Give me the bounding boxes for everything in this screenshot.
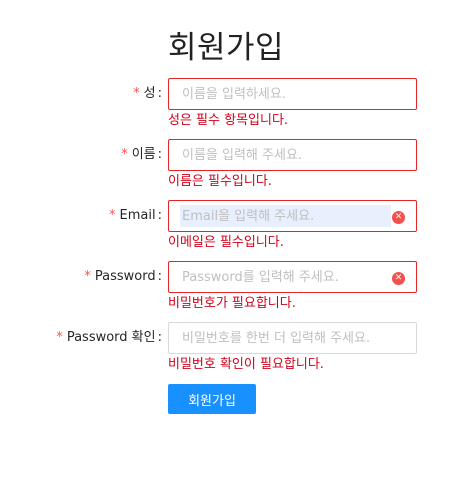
email-input[interactable] (180, 205, 391, 227)
required-mark: * (109, 208, 116, 223)
form-row-email: *Email: ✕ 이메일은 필수입니다. (0, 200, 468, 250)
last-name-error: 성은 필수 항목입니다. (168, 113, 289, 128)
last-name-input[interactable] (180, 83, 388, 105)
field-label-text: Password (94, 269, 156, 284)
first-name-input[interactable] (180, 144, 388, 166)
form-row-last-name: *성: 성은 필수 항목입니다. (0, 78, 468, 128)
field-label: * Password 확인: (56, 322, 162, 354)
label-colon: : (157, 330, 162, 345)
last-name-input-wrapper (168, 78, 417, 110)
form-row-first-name: *이름: 이름은 필수입니다. (0, 139, 468, 189)
field-label-text: 성 (143, 86, 156, 101)
page-title: 회원가입 (168, 30, 285, 66)
field-label: * 성: (133, 78, 162, 110)
password-input-wrapper: ✕ (168, 261, 417, 293)
field-label: * 이름: (121, 139, 162, 171)
password-confirm-input[interactable] (180, 327, 388, 349)
required-mark: * (56, 330, 63, 345)
first-name-error: 이름은 필수입니다. (168, 174, 272, 189)
field-label: * Email: (109, 200, 162, 232)
first-name-input-wrapper (168, 139, 417, 171)
password-confirm-error: 비밀번호 확인이 필요합니다. (168, 357, 324, 372)
form-row-password-confirm: * Password 확인: 비밀번호 확인이 필요합니다. (0, 322, 468, 372)
required-mark: * (133, 86, 140, 101)
field-label: * Password: (84, 261, 162, 293)
clear-circle-icon[interactable]: ✕ (392, 211, 405, 224)
label-colon: : (157, 147, 162, 162)
required-mark: * (84, 269, 91, 284)
form-row-password: * Password: ✕ 비밀번호가 필요합니다. (0, 261, 468, 311)
field-label-text: Email (119, 208, 156, 223)
password-confirm-input-wrapper (168, 322, 417, 354)
password-input[interactable] (180, 266, 388, 288)
signup-submit-button[interactable]: 회원가입 (168, 384, 256, 414)
label-colon: : (157, 269, 162, 284)
password-error: 비밀번호가 필요합니다. (168, 296, 296, 311)
label-colon: : (157, 86, 162, 101)
field-label-text: Password 확인 (66, 330, 156, 345)
email-error: 이메일은 필수입니다. (168, 235, 284, 250)
field-label-text: 이름 (131, 147, 156, 162)
clear-circle-icon[interactable]: ✕ (392, 272, 405, 285)
label-colon: : (157, 208, 162, 223)
email-input-wrapper: ✕ (168, 200, 417, 232)
required-mark: * (121, 147, 128, 162)
